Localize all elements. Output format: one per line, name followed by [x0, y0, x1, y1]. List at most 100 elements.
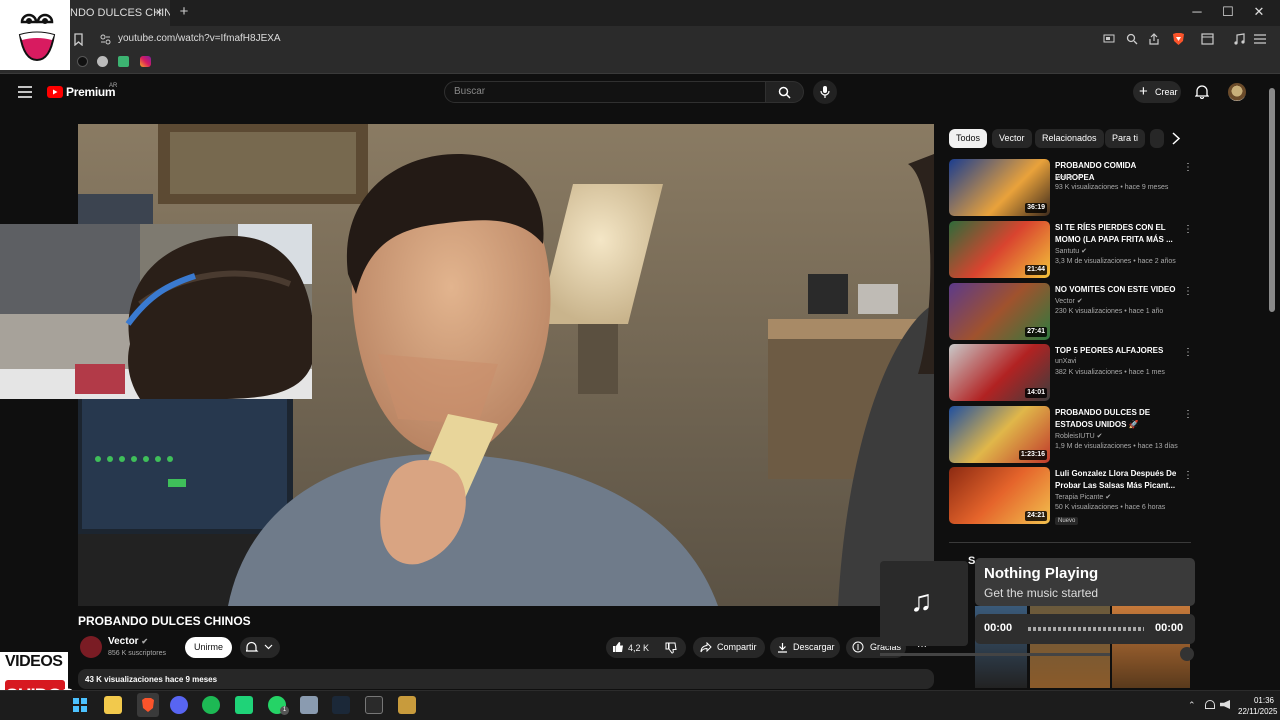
video-thumbnail[interactable]: 1:23:16 — [949, 406, 1050, 463]
now-playing-title: Nothing Playing — [984, 565, 1099, 582]
recommendation-item[interactable]: 27:41 NO VOMITES CON ESTE VIDEO Vector ✔… — [949, 283, 1193, 341]
wifi-icon[interactable] — [1205, 700, 1215, 709]
chevron-up-icon[interactable]: ⌃ — [1188, 700, 1196, 711]
scrollbar-thumb[interactable] — [1269, 88, 1275, 312]
recommendation-item[interactable]: 1:23:16 PROBANDO DULCES DE ESTADOS UNIDO… — [949, 406, 1193, 464]
duration-badge: 36:19 — [1025, 203, 1047, 213]
search-input[interactable]: Buscar — [444, 81, 766, 103]
reco-channel[interactable]: RobleisIUTU ✔ — [1055, 432, 1103, 440]
duration-badge: 14:01 — [1025, 388, 1047, 398]
brave-shield-icon[interactable] — [1172, 32, 1185, 46]
cast-icon[interactable] — [1103, 33, 1115, 44]
video-thumbnail[interactable]: 14:01 — [949, 344, 1050, 401]
join-button[interactable]: Unirme — [185, 637, 232, 658]
channel-avatar[interactable] — [80, 636, 102, 658]
video-thumbnail[interactable]: 36:19 — [949, 159, 1050, 216]
recommendation-item[interactable]: 21:44 SI TE RÍES PIERDES CON EL MOMO (LA… — [949, 221, 1193, 279]
subscription-bell-button[interactable] — [240, 637, 280, 658]
bookmark-icon[interactable] — [73, 33, 84, 46]
game-bookmark-icon[interactable] — [118, 56, 129, 67]
discord-icon[interactable] — [170, 696, 188, 714]
thanks-icon — [852, 641, 864, 653]
youtube-logo-icon[interactable] — [47, 86, 63, 98]
url-input[interactable]: youtube.com/watch?v=IfmafH8JEXA — [96, 29, 1196, 49]
reco-channel[interactable]: Vector ✔ — [1055, 173, 1083, 181]
recommendation-item[interactable]: 24:21 Luli Gonzalez Llora Después De Pro… — [949, 467, 1193, 525]
steam-icon[interactable] — [332, 696, 350, 714]
maximize-button[interactable]: ☐ — [1220, 4, 1236, 20]
kebab-menu-icon[interactable]: ⋮ — [1183, 347, 1193, 358]
reco-title[interactable]: PROBANDO DULCES DE ESTADOS UNIDOS 🚀 — [1055, 407, 1177, 431]
browser-menu-icon[interactable] — [1254, 34, 1266, 44]
chevron-right-icon[interactable] — [1171, 132, 1181, 145]
chip-vector[interactable]: Vector — [992, 129, 1032, 148]
minimize-button[interactable]: ─ — [1189, 4, 1205, 20]
chip-related[interactable]: Relacionados — [1035, 129, 1104, 148]
search-button[interactable] — [766, 81, 804, 103]
system-clock[interactable]: 01:36 22/11/2025 — [1238, 695, 1278, 717]
file-explorer-icon[interactable] — [104, 696, 122, 714]
notifications-bell-icon[interactable] — [1195, 84, 1209, 99]
reco-channel[interactable]: Santutu ✔ — [1055, 247, 1087, 255]
chip-for-you[interactable]: Para ti — [1105, 129, 1146, 148]
progress-track[interactable] — [1028, 627, 1144, 631]
widget-progress-line[interactable] — [880, 653, 1110, 656]
reco-channel[interactable]: Vector ✔ — [1055, 297, 1083, 305]
instagram-bookmark-icon[interactable] — [140, 56, 151, 67]
media-control-icon[interactable] — [1233, 33, 1245, 45]
game-launcher-icon[interactable] — [235, 696, 253, 714]
dislike-button[interactable] — [665, 642, 677, 654]
screen: NDO DULCES CHINOS × + ─ ☐ ✕ youtube.com/… — [0, 0, 1280, 720]
reco-title[interactable]: Luli Gonzalez Llora Después De Probar La… — [1055, 468, 1177, 492]
reco-title[interactable]: SI TE RÍES PIERDES CON EL MOMO (LA PAPA … — [1055, 222, 1177, 246]
reco-title[interactable]: TOP 5 PEORES ALFAJORES — [1055, 345, 1177, 357]
tab-close-button[interactable]: × — [152, 5, 166, 19]
kebab-menu-icon[interactable]: ⋮ — [1183, 224, 1193, 235]
views-date: 43 K visualizaciones hace 9 meses — [85, 675, 218, 684]
video-thumbnail[interactable]: 21:44 — [949, 221, 1050, 278]
chip-all[interactable]: Todos — [949, 129, 988, 148]
youtube-premium-logo[interactable]: Premium — [66, 85, 116, 99]
verified-icon: ✔ — [1076, 298, 1083, 305]
like-button[interactable] — [612, 641, 624, 653]
recommendation-item[interactable]: 36:19 PROBANDO COMIDA EUROPEA Vector ✔ 9… — [949, 159, 1193, 217]
video-thumbnail[interactable]: 27:41 — [949, 283, 1050, 340]
reco-channel-name: Vector — [1055, 174, 1075, 181]
chip-partial[interactable] — [1150, 129, 1164, 148]
description-box[interactable]: 43 K visualizaciones hace 9 meses — [78, 669, 934, 689]
windows-taskbar — [0, 690, 1280, 720]
reco-channel[interactable]: unXavi — [1055, 358, 1076, 365]
epic-games-icon[interactable] — [365, 696, 383, 714]
like-count: 4,2 K — [628, 643, 650, 653]
user-avatar[interactable] — [1228, 83, 1246, 101]
zoom-icon[interactable] — [1126, 33, 1138, 45]
voice-search-button[interactable] — [813, 80, 837, 104]
channel-name[interactable]: Vector ✔ — [108, 636, 148, 647]
sidebar-toggle-icon[interactable] — [1201, 33, 1214, 45]
reco-channel[interactable]: Terapia Picante ✔ — [1055, 493, 1111, 501]
video-thumbnail[interactable]: 24:21 — [949, 467, 1050, 524]
brave-browser-icon[interactable] — [137, 693, 159, 717]
web-bookmark-icon[interactable] — [97, 56, 108, 67]
kebab-menu-icon[interactable]: ⋮ — [1183, 409, 1193, 420]
kebab-menu-icon[interactable]: ⋮ — [1183, 162, 1193, 173]
kebab-menu-icon[interactable]: ⋮ — [1183, 470, 1193, 481]
reco-meta: 3,3 M de visualizaciones • hace 2 años — [1055, 258, 1176, 265]
new-tab-button[interactable]: + — [176, 3, 192, 21]
widget-handle[interactable] — [1180, 647, 1194, 661]
kebab-menu-icon[interactable]: ⋮ — [1183, 286, 1193, 297]
reco-title[interactable]: NO VOMITES CON ESTE VIDEO — [1055, 284, 1177, 296]
start-menu-icon[interactable] — [71, 696, 89, 714]
clock-date: 22/11/2025 — [1238, 707, 1278, 716]
recommendation-item[interactable]: 14:01 TOP 5 PEORES ALFAJORES unXavi 382 … — [949, 344, 1193, 402]
league-client-icon[interactable] — [398, 696, 416, 714]
tiktok-bookmark-icon[interactable] — [77, 56, 88, 67]
new-badge: Nuevo — [1055, 517, 1079, 525]
window-manager-icon[interactable] — [300, 696, 318, 714]
browser-tab-bar — [0, 0, 1280, 26]
share-icon[interactable] — [1148, 33, 1160, 45]
reco-meta: 50 K visualizaciones • hace 6 horas — [1055, 504, 1166, 511]
spotify-icon[interactable] — [202, 696, 220, 714]
close-window-button[interactable]: ✕ — [1251, 4, 1267, 20]
hamburger-menu-icon[interactable] — [18, 86, 32, 98]
